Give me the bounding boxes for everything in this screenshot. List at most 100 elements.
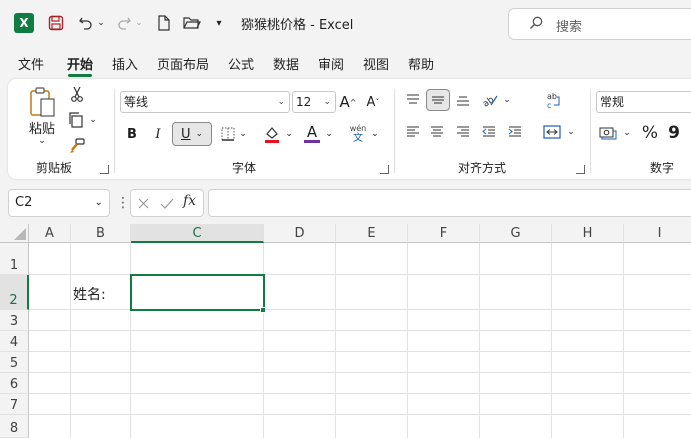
font-name-combo[interactable]: 等线 ⌄ — [120, 91, 290, 113]
formula-input[interactable] — [208, 189, 691, 217]
select-all-button[interactable] — [0, 224, 29, 243]
paste-chevron-icon[interactable]: ⌄ — [34, 135, 50, 147]
number-format-combo[interactable]: 常规 — [596, 91, 691, 113]
tab-home[interactable]: 开始 — [67, 54, 93, 73]
excel-logo-icon: X — [14, 13, 34, 33]
column-header-a[interactable]: A — [29, 224, 71, 243]
paste-button[interactable]: 粘贴 — [26, 119, 58, 137]
font-size-value: 12 — [296, 95, 312, 109]
open-folder-icon[interactable] — [182, 12, 202, 34]
comma-style-button[interactable]: 9 — [666, 121, 682, 145]
align-center-icon[interactable] — [428, 123, 446, 141]
alignment-launcher-icon[interactable] — [576, 165, 585, 174]
row-header-8[interactable]: 8 — [0, 415, 29, 438]
align-middle-icon[interactable] — [426, 89, 450, 111]
underline-button[interactable]: U ⌄ — [172, 122, 212, 146]
name-box[interactable]: C2 ⌄ — [8, 189, 110, 217]
accounting-chevron-icon[interactable]: ⌄ — [622, 123, 632, 143]
fill-color-chevron-icon[interactable]: ⌄ — [284, 123, 294, 145]
undo-icon[interactable] — [76, 12, 96, 34]
redo-icon[interactable] — [114, 12, 134, 34]
bold-button[interactable]: B — [122, 123, 142, 145]
column-header-h[interactable]: H — [552, 224, 624, 243]
tab-review[interactable]: 审阅 — [318, 54, 344, 73]
borders-chevron-icon[interactable]: ⌄ — [238, 123, 248, 145]
search-box[interactable]: 搜索 — [508, 8, 691, 40]
row-header-3[interactable]: 3 — [0, 310, 29, 331]
customize-toolbar-chevron-icon[interactable]: ▾ — [212, 12, 226, 34]
wrap-text-icon[interactable]: ab c — [544, 89, 564, 111]
decrease-font-size-button[interactable]: Aˇ — [363, 91, 383, 113]
tab-insert[interactable]: 插入 — [112, 54, 138, 73]
accounting-format-icon[interactable] — [598, 123, 620, 143]
tab-page-layout[interactable]: 页面布局 — [157, 54, 209, 73]
merge-center-icon[interactable] — [542, 123, 562, 141]
phonetic-bottom: 文 — [353, 133, 363, 144]
formula-bar-splitter-icon[interactable]: ⋮ — [116, 194, 130, 212]
copy-icon[interactable] — [66, 111, 86, 129]
paste-icon[interactable] — [26, 85, 58, 119]
row-header-7[interactable]: 7 — [0, 394, 29, 415]
align-bottom-icon[interactable] — [454, 91, 472, 109]
column-header-d[interactable]: D — [264, 224, 336, 243]
phonetic-chevron-icon[interactable]: ⌄ — [370, 123, 380, 145]
copy-chevron-icon[interactable]: ⌄ — [88, 113, 98, 127]
align-right-icon[interactable] — [454, 123, 472, 141]
font-color-swatch — [304, 139, 320, 143]
decrease-indent-icon[interactable] — [480, 123, 498, 141]
tab-help[interactable]: 帮助 — [408, 54, 434, 73]
tab-file[interactable]: 文件 — [18, 54, 44, 73]
save-icon[interactable] — [46, 12, 66, 34]
gridline — [263, 243, 264, 438]
font-launcher-icon[interactable] — [380, 165, 389, 174]
column-header-g[interactable]: G — [480, 224, 552, 243]
clipboard-launcher-icon[interactable] — [100, 165, 109, 174]
tab-data[interactable]: 数据 — [273, 54, 299, 73]
cut-icon[interactable] — [68, 85, 86, 103]
phonetic-guide-button[interactable]: wén 文 — [346, 121, 370, 147]
italic-button[interactable]: I — [148, 123, 168, 145]
fill-handle[interactable] — [260, 307, 266, 313]
borders-icon[interactable] — [218, 123, 238, 145]
font-size-combo[interactable]: 12 ⌄ — [292, 91, 336, 113]
orientation-icon[interactable]: ab — [480, 91, 500, 109]
shrink-caret-icon: ˇ — [375, 97, 380, 107]
increase-indent-icon[interactable] — [506, 123, 524, 141]
font-color-button[interactable]: A — [302, 121, 322, 145]
font-color-chevron-icon[interactable]: ⌄ — [324, 123, 334, 145]
cell-b2[interactable]: 姓名: — [73, 284, 106, 304]
insert-function-button[interactable]: fx — [183, 193, 196, 209]
gridline — [29, 393, 691, 394]
row-header-4[interactable]: 4 — [0, 331, 29, 352]
row-header-1[interactable]: 1 — [0, 243, 29, 275]
search-icon — [530, 16, 543, 29]
merge-chevron-icon[interactable]: ⌄ — [566, 123, 576, 141]
new-file-icon[interactable] — [154, 12, 174, 34]
orientation-chevron-icon[interactable]: ⌄ — [502, 91, 512, 109]
align-left-icon[interactable] — [404, 123, 422, 141]
group-separator — [394, 89, 395, 173]
column-header-e[interactable]: E — [336, 224, 408, 243]
column-header-c[interactable]: C — [131, 224, 264, 243]
gridline — [29, 274, 691, 275]
redo-dropdown-chevron-icon[interactable]: ⌄ — [134, 12, 144, 34]
row-header-6[interactable]: 6 — [0, 373, 29, 394]
gridline — [479, 243, 480, 438]
align-top-icon[interactable] — [404, 91, 422, 109]
column-header-i[interactable]: I — [624, 224, 691, 243]
tab-formulas[interactable]: 公式 — [228, 54, 254, 73]
column-header-b[interactable]: B — [71, 224, 131, 243]
fill-color-icon[interactable] — [262, 123, 282, 145]
tab-view[interactable]: 视图 — [363, 54, 389, 73]
column-header-f[interactable]: F — [408, 224, 480, 243]
increase-font-size-button[interactable]: A ^ — [338, 91, 358, 113]
enter-icon[interactable] — [160, 197, 174, 210]
undo-dropdown-chevron-icon[interactable]: ⌄ — [96, 12, 106, 34]
row-header-2[interactable]: 2 — [0, 275, 29, 310]
row-header-5[interactable]: 5 — [0, 352, 29, 373]
active-cell-c2[interactable] — [130, 274, 265, 311]
cancel-icon[interactable] — [137, 197, 150, 210]
font-color-letter: A — [306, 122, 318, 141]
format-painter-icon[interactable] — [68, 137, 86, 155]
percent-style-button[interactable]: % — [640, 121, 660, 145]
